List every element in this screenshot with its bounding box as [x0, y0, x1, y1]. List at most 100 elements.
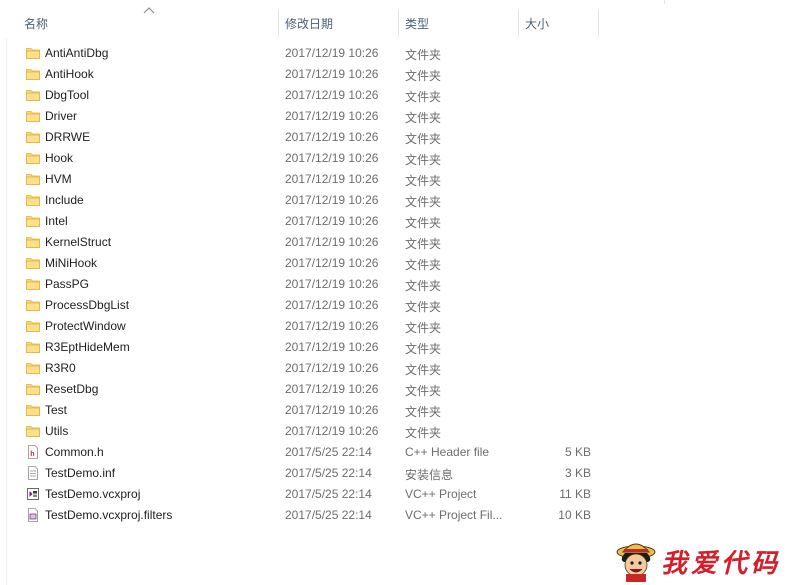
cpp-header-file-icon: h	[26, 445, 40, 459]
folder-row[interactable]: ProtectWindow 2017/12/19 10:26 文件夹	[20, 316, 600, 337]
file-name: Test	[45, 403, 68, 417]
file-name: R3EptHideMem	[45, 340, 130, 354]
file-type: C++ Header file	[405, 445, 490, 459]
date-modified: 2017/12/19 10:26	[285, 424, 379, 438]
date-modified: 2017/12/19 10:26	[285, 214, 379, 228]
file-type: 文件夹	[405, 342, 442, 356]
file-name: TestDemo.vcxproj.filters	[45, 508, 173, 522]
file-name: AntiHook	[45, 67, 94, 81]
file-type: 文件夹	[405, 174, 442, 188]
column-divider[interactable]	[598, 10, 599, 37]
folder-icon	[26, 109, 40, 123]
date-modified: 2017/12/19 10:26	[285, 403, 379, 417]
folder-icon	[26, 361, 40, 375]
column-divider[interactable]	[398, 10, 399, 37]
luffy-avatar-icon	[616, 543, 656, 582]
folder-icon	[26, 130, 40, 144]
date-modified: 2017/12/19 10:26	[285, 172, 379, 186]
file-size: 3 KB	[564, 466, 591, 480]
folder-row[interactable]: KernelStruct 2017/12/19 10:26 文件夹	[20, 232, 600, 253]
file-row[interactable]: TestDemo.inf 2017/5/25 22:14 安装信息 3 KB	[20, 463, 600, 484]
file-row[interactable]: TestDemo.vcxproj 2017/5/25 22:14 VC++ Proj…	[20, 484, 600, 505]
file-name: Utils	[45, 424, 69, 438]
folder-row[interactable]: Include 2017/12/19 10:26 文件夹	[20, 190, 600, 211]
folder-row[interactable]: DRRWE 2017/12/19 10:26 文件夹	[20, 127, 600, 148]
folder-row[interactable]: Test 2017/12/19 10:26 文件夹	[20, 400, 600, 421]
folder-row[interactable]: PassPG 2017/12/19 10:26 文件夹	[20, 274, 600, 295]
folder-icon	[26, 193, 40, 207]
file-name: ResetDbg	[45, 382, 99, 396]
folder-icon	[26, 88, 40, 102]
date-modified: 2017/5/25 22:14	[285, 466, 372, 480]
column-header-name[interactable]: 名称	[24, 16, 48, 32]
file-name: Common.h	[45, 445, 104, 459]
folder-row[interactable]: Driver 2017/12/19 10:26 文件夹	[20, 106, 600, 127]
file-size: 5 KB	[564, 445, 591, 459]
folder-row[interactable]: R3R0 2017/12/19 10:26 文件夹	[20, 358, 600, 379]
file-type: 文件夹	[405, 426, 442, 440]
date-modified: 2017/12/19 10:26	[285, 46, 379, 60]
column-header-size[interactable]: 大小	[525, 16, 549, 32]
folder-icon	[26, 424, 40, 438]
file-name: R3R0	[45, 361, 76, 375]
date-modified: 2017/12/19 10:26	[285, 361, 379, 375]
navigation-pane-edge	[0, 0, 7, 585]
date-modified: 2017/12/19 10:26	[285, 151, 379, 165]
file-type: 文件夹	[405, 300, 442, 314]
file-type: 文件夹	[405, 153, 442, 167]
date-modified: 2017/12/19 10:26	[285, 88, 379, 102]
date-modified: 2017/12/19 10:26	[285, 67, 379, 81]
file-type: 文件夹	[405, 132, 442, 146]
folder-icon	[26, 172, 40, 186]
folder-row[interactable]: MiNiHook 2017/12/19 10:26 文件夹	[20, 253, 600, 274]
watermark: 我爱代码	[615, 538, 790, 582]
file-type: 文件夹	[405, 195, 442, 209]
column-divider[interactable]	[518, 10, 519, 37]
folder-icon	[26, 46, 40, 60]
column-divider[interactable]	[278, 10, 279, 37]
vcxproj-filters-file-icon	[26, 508, 40, 522]
file-name: ProtectWindow	[45, 319, 126, 333]
folder-row[interactable]: ProcessDbgList 2017/12/19 10:26 文件夹	[20, 295, 600, 316]
date-modified: 2017/5/25 22:14	[285, 508, 372, 522]
folder-icon	[26, 256, 40, 270]
file-size: 11 KB	[559, 487, 591, 501]
file-type: VC++ Project	[405, 487, 477, 501]
folder-row[interactable]: Hook 2017/12/19 10:26 文件夹	[20, 148, 600, 169]
file-row[interactable]: h Common.h 2017/5/25 22:14 C++ Header file 5…	[20, 442, 600, 463]
folder-row[interactable]: HVM 2017/12/19 10:26 文件夹	[20, 169, 600, 190]
file-type: 文件夹	[405, 237, 442, 251]
column-header-type[interactable]: 类型	[405, 16, 429, 32]
folder-row[interactable]: R3EptHideMem 2017/12/19 10:26 文件夹	[20, 337, 600, 358]
column-header-date-modified[interactable]: 修改日期	[285, 16, 333, 32]
file-name: Include	[45, 193, 84, 207]
folder-row[interactable]: AntiHook 2017/12/19 10:26 文件夹	[20, 64, 600, 85]
date-modified: 2017/12/19 10:26	[285, 277, 379, 291]
file-name: HVM	[45, 172, 72, 186]
file-name: Hook	[45, 151, 74, 165]
file-type: VC++ Project Fil...	[405, 508, 503, 522]
file-name: MiNiHook	[45, 256, 98, 270]
file-name: DbgTool	[45, 88, 90, 102]
folder-row[interactable]: ResetDbg 2017/12/19 10:26 文件夹	[20, 379, 600, 400]
date-modified: 2017/12/19 10:26	[285, 298, 379, 312]
folder-icon	[26, 340, 40, 354]
watermark-text: 我爱代码	[661, 549, 782, 579]
date-modified: 2017/12/19 10:26	[285, 235, 379, 249]
date-modified: 2017/12/19 10:26	[285, 130, 379, 144]
file-type: 文件夹	[405, 216, 442, 230]
date-modified: 2017/12/19 10:26	[285, 382, 379, 396]
file-type: 文件夹	[405, 69, 442, 83]
folder-row[interactable]: AntiAntiDbg 2017/12/19 10:26 文件夹	[20, 43, 600, 64]
folder-icon	[26, 382, 40, 396]
folder-row[interactable]: DbgTool 2017/12/19 10:26 文件夹	[20, 85, 600, 106]
date-modified: 2017/12/19 10:26	[285, 256, 379, 270]
file-type: 文件夹	[405, 90, 442, 104]
folder-row[interactable]: Intel 2017/12/19 10:26 文件夹	[20, 211, 600, 232]
column-divider	[664, 0, 665, 4]
file-row[interactable]: TestDemo.vcxproj.filters 2017/5/25 22:14 V…	[20, 505, 600, 526]
file-name: TestDemo.vcxproj	[45, 487, 141, 501]
folder-icon	[26, 67, 40, 81]
folder-row[interactable]: Utils 2017/12/19 10:26 文件夹	[20, 421, 600, 442]
file-size: 10 KB	[558, 508, 591, 522]
